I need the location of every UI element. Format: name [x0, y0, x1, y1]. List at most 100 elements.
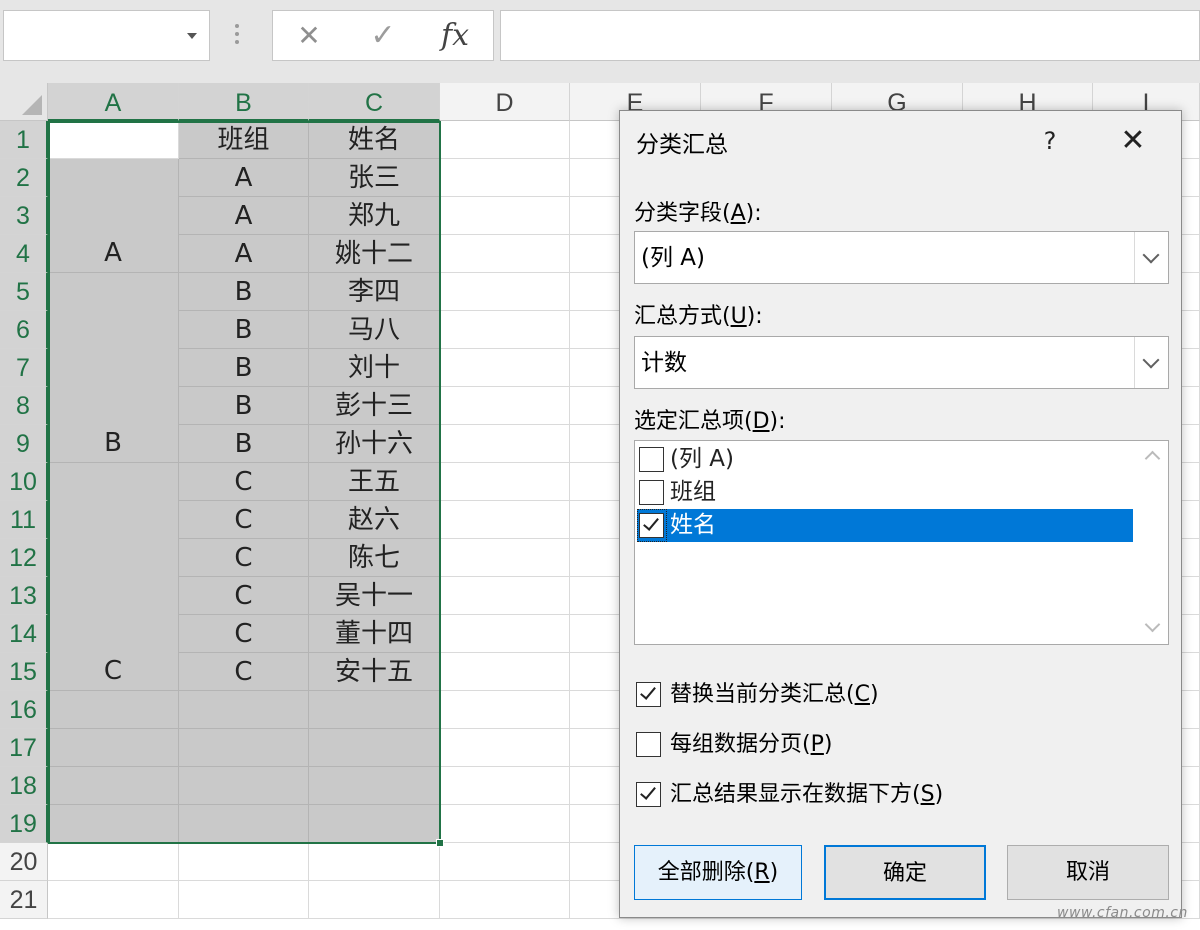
cell-a21[interactable] [48, 881, 179, 919]
row-header-1[interactable]: 1 [0, 121, 48, 159]
cell-c14[interactable]: 董十四 [309, 615, 440, 653]
checkbox-box[interactable] [636, 732, 661, 757]
cell-d9[interactable] [440, 425, 570, 463]
row-header-18[interactable]: 18 [0, 767, 48, 805]
function-select[interactable]: 计数 [634, 336, 1169, 389]
cell-c9[interactable]: 孙十六 [309, 425, 440, 463]
cell-c6[interactable]: 马八 [309, 311, 440, 349]
row-header-20[interactable]: 20 [0, 843, 48, 881]
row-header-12[interactable]: 12 [0, 539, 48, 577]
cell-c5[interactable]: 李四 [309, 273, 440, 311]
cell-c10[interactable]: 王五 [309, 463, 440, 501]
cell-c16[interactable] [309, 691, 440, 729]
cell-c8[interactable]: 彭十三 [309, 387, 440, 425]
cell-a16[interactable] [48, 691, 179, 729]
row-header-11[interactable]: 11 [0, 501, 48, 539]
row-header-5[interactable]: 5 [0, 273, 48, 311]
cell-d8[interactable] [440, 387, 570, 425]
merged-cell-group-a[interactable]: A [48, 159, 179, 273]
cell-d18[interactable] [440, 767, 570, 805]
column-header-a[interactable]: A [48, 83, 179, 121]
name-box[interactable] [3, 10, 210, 61]
chevron-down-icon[interactable] [1134, 337, 1168, 388]
cell-b4[interactable]: A [179, 235, 309, 273]
cell-b16[interactable] [179, 691, 309, 729]
cell-c18[interactable] [309, 767, 440, 805]
cell-c2[interactable]: 张三 [309, 159, 440, 197]
cell-c17[interactable] [309, 729, 440, 767]
item-checkbox[interactable] [639, 480, 664, 505]
row-header-6[interactable]: 6 [0, 311, 48, 349]
cell-b3[interactable]: A [179, 197, 309, 235]
cell-b21[interactable] [179, 881, 309, 919]
row-header-2[interactable]: 2 [0, 159, 48, 197]
cell-c11[interactable]: 赵六 [309, 501, 440, 539]
cell-b10[interactable]: C [179, 463, 309, 501]
subtotal-items-list[interactable]: (列 A) 班组 姓名 [634, 440, 1169, 645]
column-header-c[interactable]: C [309, 83, 440, 121]
row-header-8[interactable]: 8 [0, 387, 48, 425]
cell-c7[interactable]: 刘十 [309, 349, 440, 387]
cell-d15[interactable] [440, 653, 570, 691]
row-header-3[interactable]: 3 [0, 197, 48, 235]
cell-d2[interactable] [440, 159, 570, 197]
row-header-4[interactable]: 4 [0, 235, 48, 273]
close-icon[interactable]: ✕ [1113, 121, 1153, 161]
row-header-15[interactable]: 15 [0, 653, 48, 691]
cell-c12[interactable]: 陈七 [309, 539, 440, 577]
row-header-19[interactable]: 19 [0, 805, 48, 843]
cell-b19[interactable] [179, 805, 309, 843]
cell-b20[interactable] [179, 843, 309, 881]
cell-b11[interactable]: C [179, 501, 309, 539]
list-scrollbar[interactable] [1138, 441, 1168, 644]
remove-all-button[interactable]: 全部删除(R) [634, 845, 802, 900]
select-all-button[interactable] [0, 83, 48, 121]
cell-b7[interactable]: B [179, 349, 309, 387]
cell-b2[interactable]: A [179, 159, 309, 197]
cell-d17[interactable] [440, 729, 570, 767]
cell-a1[interactable] [48, 121, 179, 159]
cell-c1[interactable]: 姓名 [309, 121, 440, 159]
merged-cell-group-b[interactable]: B [48, 273, 179, 463]
cell-b9[interactable]: B [179, 425, 309, 463]
cell-d12[interactable] [440, 539, 570, 577]
column-header-b[interactable]: B [179, 83, 309, 121]
chevron-down-icon[interactable] [1134, 232, 1168, 283]
cell-d20[interactable] [440, 843, 570, 881]
cell-d3[interactable] [440, 197, 570, 235]
ok-button[interactable]: 确定 [824, 845, 986, 900]
cell-a19[interactable] [48, 805, 179, 843]
row-header-9[interactable]: 9 [0, 425, 48, 463]
column-header-d[interactable]: D [440, 83, 570, 121]
checkbox-box[interactable] [636, 682, 661, 707]
item-checkbox[interactable] [639, 447, 664, 472]
row-header-13[interactable]: 13 [0, 577, 48, 615]
page-break-checkbox[interactable]: 每组数据分页(P) [636, 730, 1116, 760]
scroll-down-icon[interactable] [1144, 616, 1161, 633]
cell-a17[interactable] [48, 729, 179, 767]
cell-d13[interactable] [440, 577, 570, 615]
cell-b17[interactable] [179, 729, 309, 767]
cell-c20[interactable] [309, 843, 440, 881]
cell-d1[interactable] [440, 121, 570, 159]
cell-c4[interactable]: 姚十二 [309, 235, 440, 273]
cell-a20[interactable] [48, 843, 179, 881]
checkbox-box[interactable] [636, 782, 661, 807]
replace-current-checkbox[interactable]: 替换当前分类汇总(C) [636, 680, 1116, 710]
field-select[interactable]: (列 A) [634, 231, 1169, 284]
drag-handle-icon[interactable] [234, 24, 240, 48]
row-header-21[interactable]: 21 [0, 881, 48, 919]
cell-d6[interactable] [440, 311, 570, 349]
cell-c3[interactable]: 郑九 [309, 197, 440, 235]
cell-a18[interactable] [48, 767, 179, 805]
cell-c13[interactable]: 吴十一 [309, 577, 440, 615]
cell-b5[interactable]: B [179, 273, 309, 311]
cancel-entry-icon[interactable]: ✕ [279, 11, 339, 60]
summary-below-checkbox[interactable]: 汇总结果显示在数据下方(S) [636, 780, 1116, 810]
cell-c15[interactable]: 安十五 [309, 653, 440, 691]
cell-b15[interactable]: C [179, 653, 309, 691]
cell-b13[interactable]: C [179, 577, 309, 615]
row-header-16[interactable]: 16 [0, 691, 48, 729]
cell-b6[interactable]: B [179, 311, 309, 349]
list-item[interactable]: 姓名 [637, 509, 1133, 542]
